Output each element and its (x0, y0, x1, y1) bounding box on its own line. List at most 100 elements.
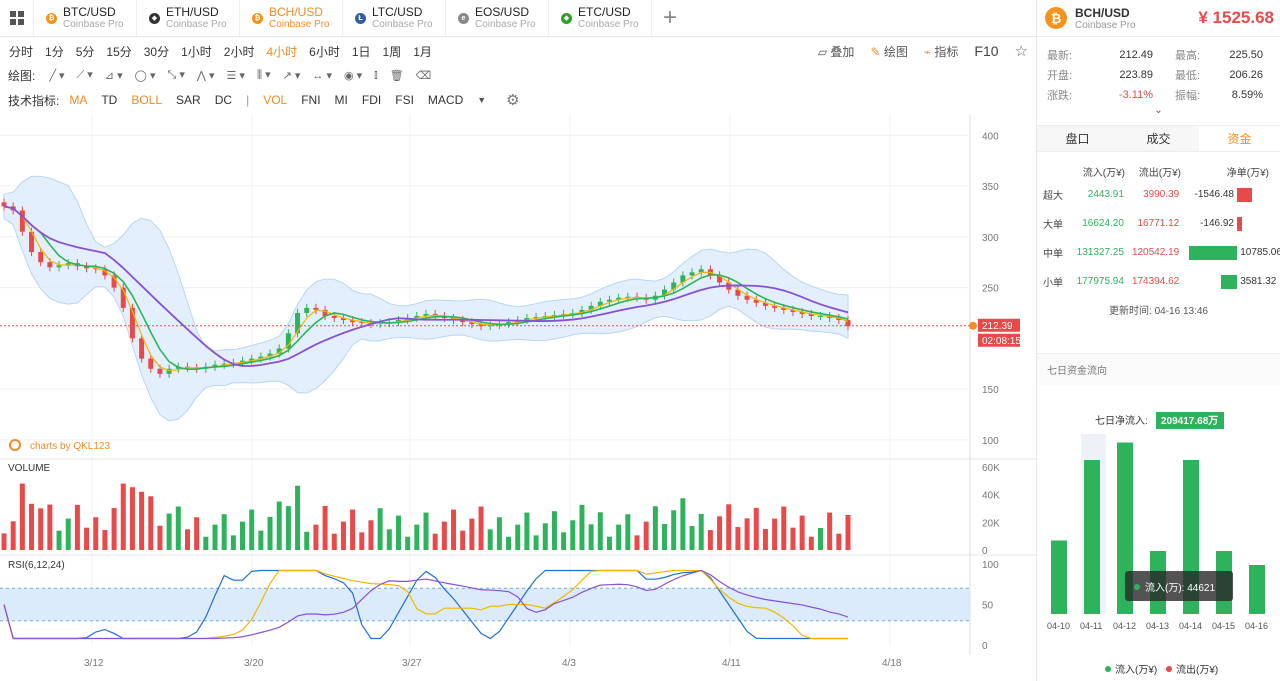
eye-tool-icon[interactable]: ◉ ▾ (344, 69, 362, 82)
weekly-inflow-bar (1084, 460, 1100, 614)
expand-chevron-icon[interactable]: ⌄ (1037, 105, 1280, 119)
indicator-sar[interactable]: SAR (176, 93, 201, 107)
watermark: charts by QKL123 (30, 441, 110, 452)
fund-in: 131327.25 (1076, 247, 1124, 258)
settings-gear-icon[interactable]: ⚙ (506, 91, 519, 109)
indicator-mi[interactable]: MI (335, 93, 348, 107)
price-chart[interactable]: 400 350 300 250 150 100 3/12 3/20 3/27 4/3 4/11 4/1… (0, 115, 1036, 675)
stat-key: 最低: (1175, 70, 1201, 82)
candle-body (47, 262, 53, 268)
tab-eos-usd[interactable]: e EOS/USD Coinbase Pro (446, 0, 549, 36)
indicator-fni[interactable]: FNI (301, 93, 320, 107)
indicator-bar: 技术指标: MA TD BOLL SAR DC | VOL FNI MI FDI FSI MACD ▼… (0, 89, 1036, 111)
interval-4[interactable]: 30分 (144, 43, 169, 60)
f10-button[interactable]: F10 (974, 43, 998, 59)
volume-tick: 60K (982, 463, 1000, 474)
volume-bar (267, 516, 273, 550)
volume-bar (836, 533, 842, 550)
arrow-tool-icon[interactable]: ↗ ▾ (283, 69, 301, 82)
stat-row: 最新: 212.49 最高: 225.50 (1047, 45, 1270, 65)
volume-bar (551, 511, 557, 550)
measure-tool-icon[interactable]: ↔ ▾ (312, 69, 332, 82)
panel-tab-0[interactable]: 盘口 (1037, 126, 1118, 151)
interval-0[interactable]: 分时 (9, 43, 33, 60)
volume-bar (827, 512, 833, 550)
coin-icon: ₿ (46, 12, 57, 24)
text-tool-icon[interactable]: ☰ ▾ (227, 69, 245, 82)
magnet-tool-icon[interactable]: ⫾ (374, 69, 378, 82)
legend-outflow: 流出(万¥) (1176, 663, 1218, 676)
volume-bar (74, 504, 80, 550)
indicator-boll[interactable]: BOLL (131, 93, 162, 107)
panel-tab-2[interactable]: 资金 (1199, 126, 1280, 151)
volume-bar (111, 508, 117, 550)
candle-body (139, 338, 145, 359)
interval-7[interactable]: 4小时 (266, 43, 297, 60)
channel-tool-icon[interactable]: ⊿ ▾ (105, 69, 123, 82)
volume-bar (295, 485, 301, 550)
indicator-ma[interactable]: MA (69, 93, 87, 107)
volume-bar (597, 512, 603, 550)
interval-5[interactable]: 1小时 (181, 43, 212, 60)
fund-header-net: 净单(万¥) (1226, 168, 1269, 179)
volume-bar (588, 524, 594, 550)
tab-bch-usd[interactable]: ₿ BCH/USD Coinbase Pro (240, 0, 343, 36)
shape-tool-icon[interactable]: ◯ ▾ (135, 69, 156, 82)
volume-bar (230, 535, 236, 550)
tab-eth-usd[interactable]: ◆ ETH/USD Coinbase Pro (137, 0, 240, 36)
indicator-dc[interactable]: DC (215, 93, 232, 107)
fund-net-value: 3581.32 (1240, 275, 1277, 287)
volume-bar (441, 521, 447, 550)
volume-bar (331, 533, 337, 550)
interval-8[interactable]: 6小时 (309, 43, 340, 60)
grid-menu-icon[interactable] (0, 0, 34, 36)
add-tab-icon[interactable]: + (652, 0, 688, 36)
indicator-vol[interactable]: VOL (263, 93, 287, 107)
interval-11[interactable]: 1月 (413, 43, 432, 60)
volume-bar (753, 507, 759, 550)
pattern-tool-icon[interactable]: ⋀ ▾ (197, 69, 215, 82)
interval-10[interactable]: 1周 (383, 43, 402, 60)
tab-btc-usd[interactable]: ₿ BTC/USD Coinbase Pro (34, 0, 137, 36)
weekly-day-label: 04-16 (1245, 621, 1268, 631)
eraser-icon[interactable]: ⌫ (416, 69, 432, 82)
tab-etc-usd[interactable]: ◆ ETC/USD Coinbase Pro (549, 0, 652, 36)
interval-1[interactable]: 1分 (45, 43, 64, 60)
interval-9[interactable]: 1日 (352, 43, 371, 60)
panel-tab-1[interactable]: 成交 (1118, 126, 1199, 151)
line-tool-icon[interactable]: ╱ ▾ (49, 69, 64, 82)
volume-bar (304, 531, 310, 550)
gann-tool-icon[interactable]: ⫼ ▾ (257, 68, 271, 82)
indicator-button[interactable]: ⌁ 指标 (924, 43, 959, 60)
star-icon[interactable]: ☆ (1015, 42, 1028, 60)
fund-row: 中单 131327.25 120542.19 10785.06 (1037, 238, 1280, 267)
indicator-fsi[interactable]: FSI (395, 93, 414, 107)
indicator-fdi[interactable]: FDI (362, 93, 381, 107)
interval-bar: 分时 1分 5分 15分 30分 1小时 2小时 4小时 6小时 1日 1周 1月 ▱ 叠加 ✎ 绘图… (0, 40, 1036, 62)
tab-pair: BCH/USD (269, 4, 324, 19)
volume-bar (56, 530, 62, 550)
indicator-macd[interactable]: MACD (428, 93, 463, 107)
interval-3[interactable]: 15分 (106, 43, 131, 60)
price-tick: 250 (982, 284, 999, 295)
tab-ltc-usd[interactable]: Ł LTC/USD Coinbase Pro (343, 0, 446, 36)
indicator-dropdown-icon[interactable]: ▼ (477, 95, 486, 105)
volume-bar (203, 536, 209, 550)
overlay-button[interactable]: ▱ 叠加 (818, 43, 855, 60)
volume-bar (817, 527, 823, 550)
trash-icon[interactable]: 🗑 (390, 69, 404, 82)
interval-6[interactable]: 2小时 (224, 43, 255, 60)
tab-pair: BTC/USD (63, 4, 116, 19)
fund-label: 小单 (1043, 278, 1063, 289)
volume-bar (634, 535, 640, 550)
draw-button[interactable]: ✎ 绘图 (870, 43, 907, 60)
weekly-net-value: 209417.68万 (1161, 415, 1218, 427)
ray-tool-icon[interactable]: ⟋ ▾ (77, 68, 93, 82)
indicator-td[interactable]: TD (101, 93, 117, 107)
drawing-label: 绘图: (8, 68, 36, 83)
stat-value: 206.26 (1229, 69, 1263, 81)
fund-net-cell: -1546.48 (1185, 186, 1280, 204)
stat-row: 涨跌: -3.11% 振幅: 8.59% (1047, 85, 1270, 105)
fib-tool-icon[interactable]: ⤡ ▾ (168, 68, 185, 82)
interval-2[interactable]: 5分 (76, 43, 95, 60)
